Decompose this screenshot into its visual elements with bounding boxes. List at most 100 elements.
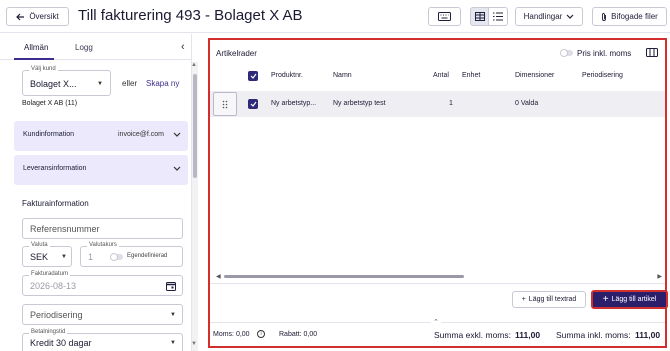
payment-terms-legend: Betalningstid: [29, 329, 68, 335]
plus-icon: +: [602, 294, 609, 305]
sum-incl-vat-label: Summa inkl. moms:: [556, 330, 631, 340]
chevron-down-icon: [173, 132, 181, 137]
attachments-button[interactable]: Bifogade filer: [592, 7, 667, 26]
rate-value: 1: [88, 252, 94, 262]
article-rows-panel: Artikelrader Pris inkl. moms Produktnr. …: [208, 38, 668, 348]
columns-icon[interactable]: [646, 48, 658, 57]
create-customer-link[interactable]: Skapa ny: [146, 79, 179, 88]
col-dimensions[interactable]: Dimensioner: [515, 72, 554, 79]
reference-number-input[interactable]: Referensnummer: [22, 218, 183, 239]
delivery-info-title: Leveransinformation: [23, 165, 87, 172]
invoice-date-value: 2026-08-13: [30, 281, 77, 291]
delivery-info-accordion[interactable]: Leveransinformation: [14, 155, 188, 185]
price-incl-vat-label: Pris inkl. moms: [577, 49, 632, 58]
caret-down-icon: ▼: [170, 312, 176, 318]
attachments-label: Bifogade filer: [611, 12, 658, 21]
caret-down-icon: ▼: [170, 340, 176, 346]
rate-legend: Valutakurs: [87, 242, 119, 248]
scroll-down-arrow-icon[interactable]: ▼: [191, 341, 197, 347]
payment-terms-value: Kredit 30 dagar: [30, 338, 92, 348]
checkmark-icon: [250, 73, 256, 79]
customer-subtext: Bolaget X AB (11): [22, 100, 78, 107]
or-text: eller: [122, 79, 138, 88]
invoice-info-heading: Fakturainformation: [22, 199, 89, 208]
scroll-up-arrow-icon[interactable]: ▲: [191, 62, 197, 68]
actions-label: Handlingar: [523, 12, 563, 21]
custom-rate-label: Egendefinierad: [127, 253, 168, 259]
invoice-date-input[interactable]: Fakturadatum 2026-08-13: [22, 271, 183, 296]
calendar-icon[interactable]: [166, 281, 176, 291]
invoice-date-legend: Fakturadatum: [29, 271, 71, 277]
tab-general[interactable]: Allmän: [24, 43, 48, 52]
discount-total: Rabatt: 0,00: [279, 331, 318, 338]
tab-log[interactable]: Logg: [75, 43, 93, 52]
view-toggle-group: [470, 7, 508, 26]
grid-view-icon: [474, 12, 485, 21]
info-icon[interactable]: i: [257, 330, 265, 338]
divider: [210, 283, 665, 284]
customer-info-accordion[interactable]: Kundinformation invoice@f.com: [14, 121, 188, 151]
add-article-button[interactable]: + Lägg till artikel: [591, 290, 668, 309]
currency-select[interactable]: Valuta SEK ▼: [22, 242, 72, 267]
period-select[interactable]: Periodisering ▼: [22, 304, 183, 325]
customer-select[interactable]: Välj kund Bolaget X... ▼: [22, 66, 111, 96]
list-view-button[interactable]: [489, 7, 508, 26]
article-rows-title: Artikelrader: [216, 49, 257, 58]
paperclip-icon: [602, 12, 607, 21]
reference-placeholder: Referensnummer: [30, 224, 100, 234]
caret-down-icon: ▼: [61, 254, 67, 260]
scroll-left-arrow-icon[interactable]: ◀: [216, 273, 221, 280]
scroll-right-arrow-icon[interactable]: ▶: [657, 273, 662, 280]
keyboard-shortcuts-button[interactable]: [428, 7, 461, 26]
keyboard-icon: [438, 12, 451, 21]
caret-down-icon: ▼: [97, 81, 103, 87]
plus-icon: +: [521, 296, 526, 303]
col-product-no[interactable]: Produktnr.: [271, 72, 303, 79]
cell-name[interactable]: Ny arbetstyp test: [333, 100, 386, 107]
custom-rate-toggle[interactable]: [110, 253, 123, 261]
payment-terms-select[interactable]: Betalningstid Kredit 30 dagar ▼: [22, 329, 183, 351]
cell-product-no[interactable]: Ny arbetstyp...: [271, 100, 316, 107]
cell-dimensions[interactable]: 0 Valda: [515, 100, 538, 107]
add-text-row-label: Lägg till textrad: [528, 296, 577, 303]
back-button-label: Översikt: [29, 12, 59, 21]
customer-info-title: Kundinformation: [23, 131, 74, 138]
horizontal-scrollbar[interactable]: ◀ ▶: [216, 273, 662, 281]
checkmark-icon: [250, 101, 256, 107]
back-button[interactable]: Översikt: [6, 7, 69, 26]
arrow-left-icon: [16, 13, 25, 20]
list-view-icon: [493, 12, 503, 21]
col-period[interactable]: Periodisering: [582, 72, 623, 79]
col-unit[interactable]: Enhet: [462, 72, 480, 79]
cell-quantity[interactable]: 1: [449, 100, 453, 107]
vat-total: Moms: 0,00: [213, 331, 250, 338]
currency-value: SEK: [30, 252, 49, 262]
chevron-up-icon[interactable]: ⌃: [431, 318, 441, 326]
price-incl-vat-toggle[interactable]: [560, 49, 573, 57]
left-scrollbar-thumb[interactable]: [193, 74, 197, 178]
chevron-left-icon[interactable]: ‹: [181, 41, 185, 53]
currency-legend: Valuta: [29, 242, 50, 248]
table-header: Produktnr. Namn Antal Enhet Dimensioner …: [210, 68, 665, 86]
select-all-checkbox[interactable]: [248, 71, 258, 81]
sum-excl-vat-value: 111,00: [515, 330, 541, 340]
customer-legend: Välj kund: [29, 66, 58, 72]
period-placeholder: Periodisering: [30, 310, 83, 320]
customer-value: Bolaget X...: [30, 79, 77, 89]
col-quantity[interactable]: Antal: [433, 72, 449, 79]
exchange-rate-input[interactable]: Valutakurs 1 Egendefinierad: [80, 242, 183, 267]
chevron-down-icon: [566, 14, 574, 19]
table-row[interactable]: Ny arbetstyp... Ny arbetstyp test 1 0 Va…: [210, 91, 665, 117]
horizontal-scrollbar-thumb[interactable]: [224, 275, 464, 278]
sum-excl-vat-label: Summa exkl. moms:: [434, 330, 511, 340]
add-text-row-button[interactable]: + Lägg till textrad: [512, 291, 586, 308]
drag-handle-icon[interactable]: [213, 92, 237, 116]
top-header: Översikt Till fakturering 493 - Bolaget …: [0, 0, 670, 33]
grid-view-button[interactable]: [470, 7, 489, 26]
active-tab-indicator: [14, 58, 54, 60]
col-name[interactable]: Namn: [333, 72, 352, 79]
page-title: Till fakturering 493 - Bolaget X AB: [78, 7, 303, 24]
row-checkbox[interactable]: [248, 99, 258, 109]
actions-dropdown-button[interactable]: Handlingar: [515, 7, 583, 26]
left-tabs: Allmän Logg ‹: [0, 34, 191, 60]
